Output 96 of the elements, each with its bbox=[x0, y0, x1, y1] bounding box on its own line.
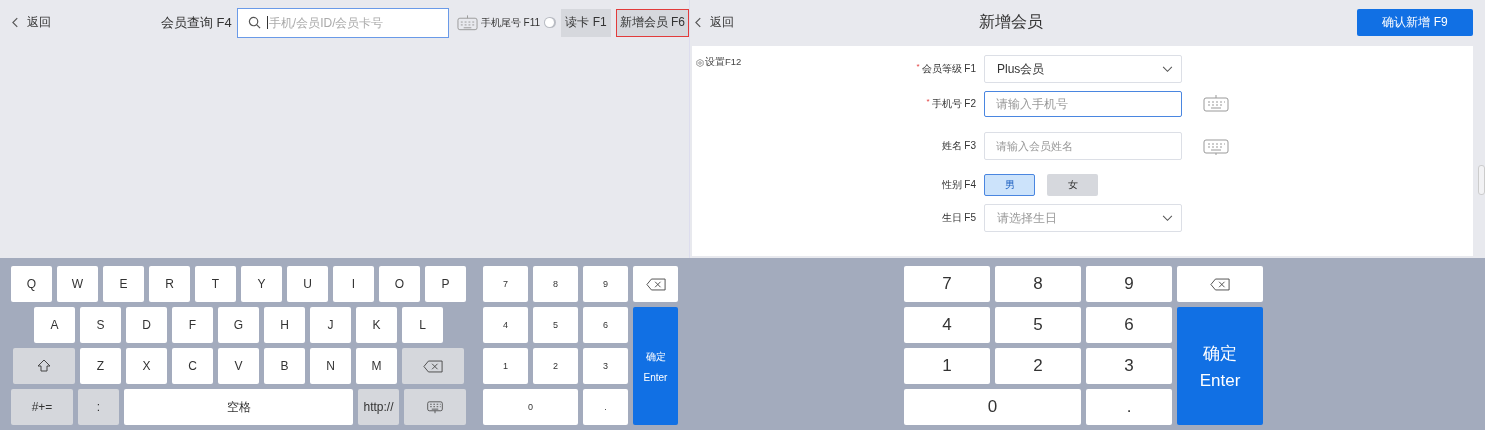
gear-icon bbox=[696, 58, 704, 67]
keyboard-icon bbox=[425, 400, 445, 414]
keypad-key[interactable]: 3 bbox=[583, 348, 628, 384]
keypad-key[interactable]: 3 bbox=[1086, 348, 1172, 384]
keyboard-key[interactable]: D bbox=[126, 307, 167, 343]
keypad-key[interactable]: 7 bbox=[904, 266, 990, 302]
keypad-key[interactable]: 0 bbox=[483, 389, 578, 425]
keyboard-key[interactable]: Z bbox=[80, 348, 121, 384]
gender-option[interactable]: 男 bbox=[984, 174, 1035, 196]
toolbar-button[interactable]: 读卡 F1 bbox=[561, 8, 611, 37]
search-label: 会员查询 F4 bbox=[161, 13, 232, 32]
required-mark: * bbox=[916, 62, 920, 71]
toggle-label: 手机尾号 F11 bbox=[480, 15, 541, 30]
keypad-key[interactable]: 5 bbox=[995, 307, 1081, 343]
keyboard-key[interactable]: : bbox=[78, 389, 119, 425]
keyboard-key[interactable]: C bbox=[172, 348, 213, 384]
keyboard-key[interactable]: P bbox=[425, 266, 466, 302]
keypad-key[interactable]: 5 bbox=[533, 307, 578, 343]
search-icon bbox=[247, 16, 261, 29]
keyboard-key[interactable]: U bbox=[287, 266, 328, 302]
chevron-left-icon bbox=[695, 17, 702, 28]
keyboard-key[interactable]: E bbox=[103, 266, 144, 302]
backspace-icon bbox=[645, 277, 666, 291]
keyboard-key[interactable]: G bbox=[218, 307, 259, 343]
toolbar-button[interactable]: 新增会员 F6 bbox=[615, 8, 689, 37]
field-label-text: 会员等级 F1 bbox=[921, 62, 976, 76]
page-title: 新增会员 bbox=[977, 12, 1044, 32]
keyboard-key[interactable] bbox=[402, 348, 464, 384]
settings-button[interactable]: 设置F12 bbox=[696, 56, 742, 69]
keyboard-key[interactable]: 空格 bbox=[124, 389, 353, 425]
backspace-icon bbox=[1210, 277, 1230, 291]
keypad-key[interactable]: 确定 Enter bbox=[1177, 307, 1263, 425]
keyboard-key[interactable]: http:// bbox=[358, 389, 399, 425]
keypad-key[interactable] bbox=[633, 266, 678, 302]
back-button[interactable]: 返回 bbox=[12, 14, 51, 31]
keypad-key[interactable]: 6 bbox=[1086, 307, 1172, 343]
field-label-text: 生日 F5 bbox=[941, 211, 976, 225]
keypad-key[interactable]: . bbox=[583, 389, 628, 425]
backspace-icon bbox=[423, 359, 443, 373]
confirm-button[interactable]: 确认新增 F9 bbox=[1357, 9, 1473, 36]
keypad-key[interactable] bbox=[1177, 266, 1263, 302]
keypad-key[interactable]: 9 bbox=[583, 266, 628, 302]
keyboard-key[interactable]: T bbox=[195, 266, 236, 302]
keyboard-key[interactable]: X bbox=[126, 348, 167, 384]
chevron-down-icon bbox=[1162, 65, 1173, 73]
keypad-key[interactable]: 确定 Enter bbox=[633, 307, 678, 425]
back-button[interactable]: 返回 bbox=[695, 14, 734, 31]
search-field[interactable]: 手机/会员ID/会员卡号 bbox=[236, 7, 449, 38]
keypad-key[interactable]: 1 bbox=[904, 348, 990, 384]
keypad-key[interactable]: 0 bbox=[904, 389, 1081, 425]
field-label-text: 性别 F4 bbox=[941, 178, 976, 192]
keyboard-key[interactable]: B bbox=[264, 348, 305, 384]
scroll-handle[interactable] bbox=[1478, 165, 1485, 195]
field-label-text: 手机号 F2 bbox=[931, 97, 976, 111]
select-field[interactable]: Plus会员 bbox=[984, 55, 1182, 83]
chevron-left-icon bbox=[12, 17, 19, 28]
keyboard-icon[interactable] bbox=[456, 14, 478, 31]
keyboard-key[interactable]: F bbox=[172, 307, 213, 343]
keyboard-key[interactable]: L bbox=[402, 307, 443, 343]
chevron-down-icon bbox=[1162, 214, 1173, 222]
keyboard-key[interactable]: O bbox=[379, 266, 420, 302]
input-field[interactable]: 请输入手机号 bbox=[984, 91, 1182, 117]
shift-icon bbox=[37, 359, 51, 373]
keyboard-key[interactable]: N bbox=[310, 348, 351, 384]
keyboard-key[interactable]: Y bbox=[241, 266, 282, 302]
keypad-key[interactable]: 4 bbox=[904, 307, 990, 343]
keyboard-key[interactable]: I bbox=[333, 266, 374, 302]
keyboard-key[interactable]: Q bbox=[11, 266, 52, 302]
keyboard-key[interactable]: W bbox=[57, 266, 98, 302]
keypad-key[interactable]: 2 bbox=[533, 348, 578, 384]
keypad-key[interactable]: 7 bbox=[483, 266, 528, 302]
keypad-key[interactable]: 1 bbox=[483, 348, 528, 384]
keypad-key[interactable]: 8 bbox=[995, 266, 1081, 302]
keyboard-key[interactable]: V bbox=[218, 348, 259, 384]
keyboard-key[interactable]: R bbox=[149, 266, 190, 302]
required-mark: * bbox=[926, 97, 930, 106]
keyboard-key[interactable] bbox=[13, 348, 75, 384]
keyboard-key[interactable]: A bbox=[34, 307, 75, 343]
keyboard-key[interactable]: J bbox=[310, 307, 351, 343]
keypad-key[interactable]: 2 bbox=[995, 348, 1081, 384]
keyboard-key[interactable]: M bbox=[356, 348, 397, 384]
keypad-key[interactable]: 8 bbox=[533, 266, 578, 302]
keyboard-key[interactable] bbox=[404, 389, 466, 425]
keyboard-key[interactable]: #+= bbox=[11, 389, 73, 425]
keyboard-key[interactable]: S bbox=[80, 307, 121, 343]
keyboard-icon[interactable] bbox=[1203, 95, 1229, 113]
keypad-key[interactable]: 9 bbox=[1086, 266, 1172, 302]
gender-option[interactable]: 女 bbox=[1047, 174, 1098, 196]
keyboard-icon[interactable] bbox=[1203, 136, 1229, 155]
keyboard-key[interactable]: H bbox=[264, 307, 305, 343]
field-label-text: 姓名 F3 bbox=[941, 138, 976, 153]
keypad-key[interactable]: . bbox=[1086, 389, 1172, 425]
keypad-key[interactable]: 4 bbox=[483, 307, 528, 343]
toggle-switch[interactable] bbox=[544, 17, 557, 28]
keypad-key[interactable]: 6 bbox=[583, 307, 628, 343]
keyboard-key[interactable]: K bbox=[356, 307, 397, 343]
